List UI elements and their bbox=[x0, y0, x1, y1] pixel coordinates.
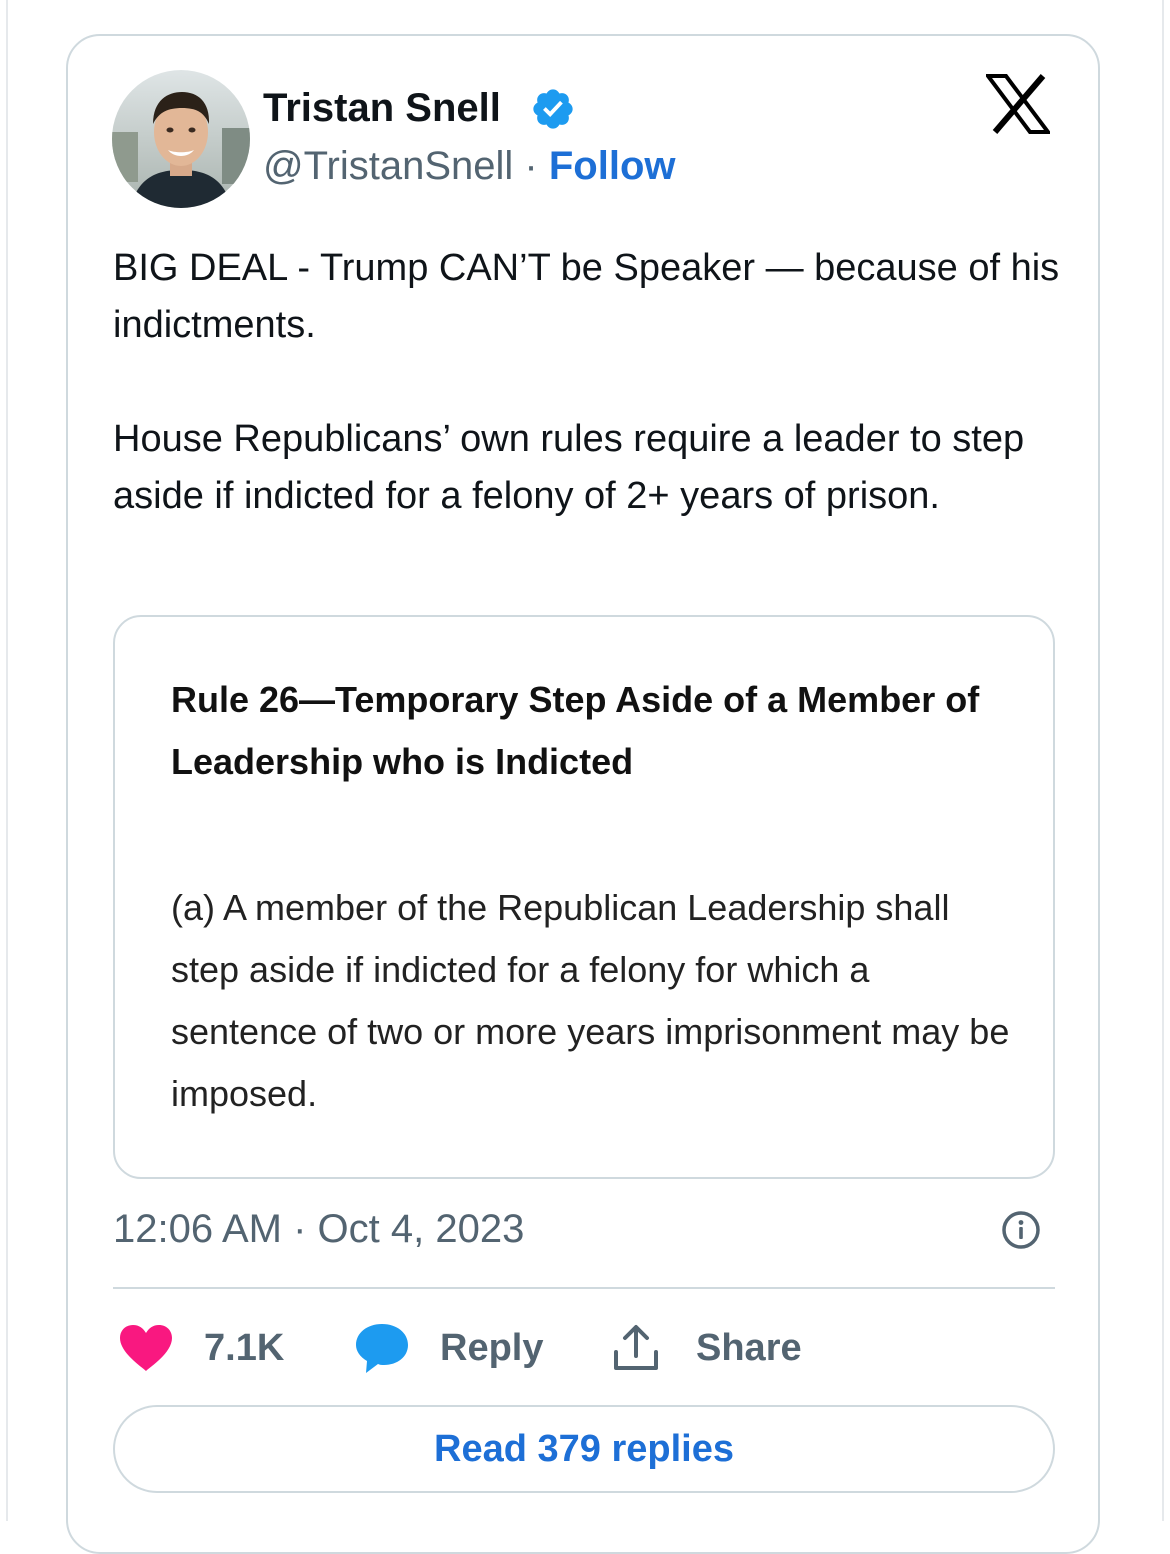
share-label: Share bbox=[696, 1326, 802, 1369]
author-handle[interactable]: @TristanSnell bbox=[263, 144, 513, 188]
divider bbox=[113, 1287, 1055, 1289]
reply-label: Reply bbox=[440, 1326, 544, 1369]
avatar-photo bbox=[112, 70, 250, 208]
tweet-paragraph: BIG DEAL - Trump CAN’T be Speaker — beca… bbox=[113, 247, 1060, 346]
attached-image[interactable]: Rule 26—Temporary Step Aside of a Member… bbox=[113, 615, 1055, 1179]
author-handle-row: @TristanSnell · Follow bbox=[263, 142, 676, 190]
rule-title: Rule 26—Temporary Step Aside of a Member… bbox=[171, 679, 980, 782]
heart-icon bbox=[120, 1325, 172, 1371]
avatar[interactable] bbox=[112, 70, 250, 208]
page-edge-left bbox=[6, 0, 8, 1521]
speech-bubble-icon bbox=[356, 1324, 408, 1373]
rule-body: (a) A member of the Republican Leadershi… bbox=[171, 887, 1010, 1114]
timestamp[interactable]: 12:06 AM · Oct 4, 2023 bbox=[113, 1204, 524, 1254]
tweet-text: BIG DEAL - Trump CAN’T be Speaker — beca… bbox=[113, 240, 1073, 525]
author-name[interactable]: Tristan Snell bbox=[263, 84, 501, 132]
share-button[interactable]: Share bbox=[610, 1318, 802, 1378]
tweet-paragraph: House Republicans’ own rules require a l… bbox=[113, 418, 1025, 517]
read-replies-button[interactable]: Read 379 replies bbox=[113, 1405, 1055, 1493]
x-logo-icon[interactable] bbox=[986, 74, 1050, 134]
page-edge-right bbox=[1162, 0, 1164, 1521]
verified-badge-icon bbox=[533, 89, 573, 129]
handle-separator: · bbox=[513, 144, 549, 188]
reply-button[interactable]: Reply bbox=[354, 1318, 543, 1378]
like-button[interactable]: 7.1K bbox=[118, 1318, 284, 1378]
share-upload-icon bbox=[614, 1325, 658, 1370]
info-icon[interactable] bbox=[1001, 1210, 1041, 1250]
like-count: 7.1K bbox=[204, 1326, 285, 1369]
follow-button[interactable]: Follow bbox=[549, 144, 676, 188]
